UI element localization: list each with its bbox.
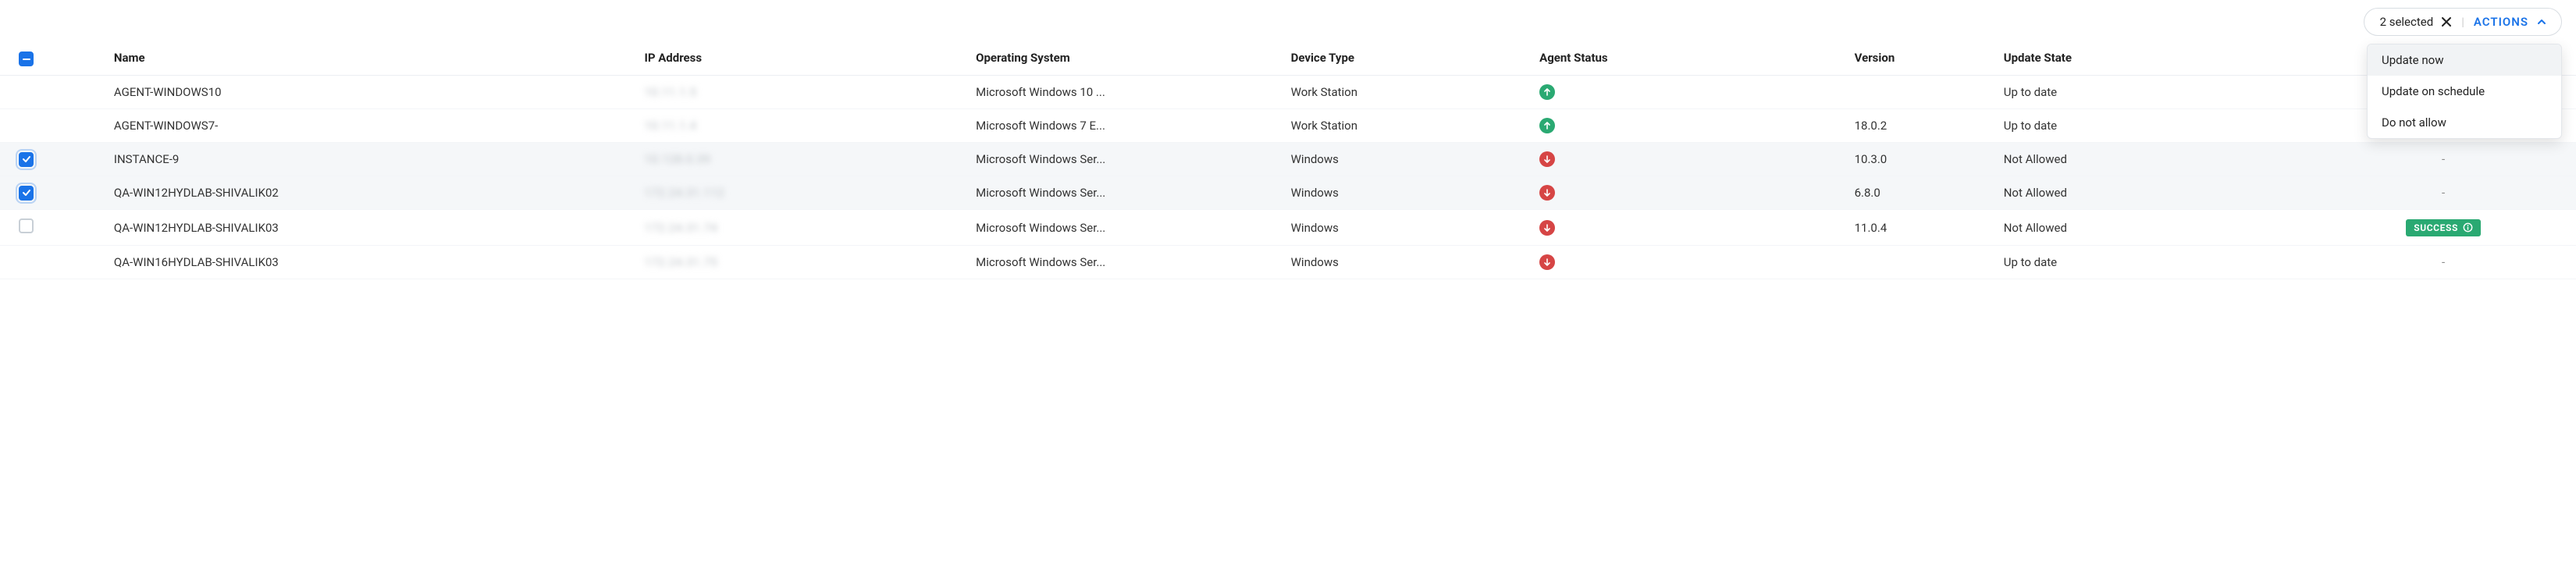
header-select-all[interactable] <box>0 41 106 76</box>
table-row[interactable]: INSTANCE-910.128.0.39Microsoft Windows S… <box>0 143 2576 176</box>
cell-device-type: Windows <box>1283 143 1532 176</box>
actions-menu-item[interactable]: Do not allow <box>2368 107 2561 138</box>
cell-agent-status <box>1532 76 1846 109</box>
cell-version: 10.3.0 <box>1847 143 1996 176</box>
cell-update-state: Up to date <box>1996 246 2311 279</box>
cell-os: Microsoft Windows Ser... <box>968 176 1283 210</box>
cell-agent-status <box>1532 143 1846 176</box>
cell-last-status: - <box>2311 143 2576 176</box>
row-checkbox-cell[interactable] <box>0 210 106 246</box>
chevron-up-icon <box>2536 16 2547 27</box>
row-checkbox[interactable] <box>19 218 34 233</box>
cell-name: AGENT-WINDOWS7- <box>106 109 637 143</box>
arrow-down-icon <box>1539 151 1555 167</box>
arrow-down-icon <box>1539 254 1555 270</box>
cell-device-type: Windows <box>1283 246 1532 279</box>
cell-last-status: SUCCESS <box>2311 210 2576 246</box>
arrow-down-icon <box>1539 185 1555 201</box>
actions-menu-item[interactable]: Update on schedule <box>2368 76 2561 107</box>
table-header-row: Name IP Address Operating System Device … <box>0 41 2576 76</box>
toolbar: 2 selected | ACTIONS Update nowUpdate on… <box>0 0 2576 41</box>
cell-ip: 172.24.31.74 <box>636 210 968 246</box>
status-badge: SUCCESS <box>2406 219 2481 236</box>
cell-ip: 10.128.0.39 <box>636 143 968 176</box>
cell-ip: 10.11.1.5 <box>636 76 968 109</box>
cell-name: QA-WIN16HYDLAB-SHIVALIK03 <box>106 246 637 279</box>
cell-update-state: Not Allowed <box>1996 143 2311 176</box>
cell-update-state: Up to date <box>1996 76 2311 109</box>
actions-menu-item-label: Update now <box>2382 53 2443 67</box>
select-all-checkbox[interactable] <box>19 51 34 66</box>
cell-version: 6.8.0 <box>1847 176 1996 210</box>
actions-dropdown: Update now Update on schedule Do not allow <box>2367 44 2562 139</box>
cell-name: QA-WIN12HYDLAB-SHIVALIK02 <box>106 176 637 210</box>
row-checkbox-cell[interactable] <box>0 76 106 109</box>
cell-version: 18.0.2 <box>1847 109 1996 143</box>
row-checkbox-cell[interactable] <box>0 246 106 279</box>
cell-version: 11.0.4 <box>1847 210 1996 246</box>
header-agent-status[interactable]: Agent Status <box>1532 41 1846 76</box>
cell-last-status: - <box>2311 176 2576 210</box>
close-icon[interactable] <box>2441 16 2452 27</box>
header-update-state[interactable]: Update State <box>1996 41 2311 76</box>
arrow-up-icon <box>1539 118 1555 133</box>
cell-update-state: Not Allowed <box>1996 176 2311 210</box>
row-checkbox-cell[interactable] <box>0 176 106 210</box>
cell-os: Microsoft Windows 10 ... <box>968 76 1283 109</box>
cell-agent-status <box>1532 210 1846 246</box>
devices-table: Name IP Address Operating System Device … <box>0 41 2576 279</box>
table-row[interactable]: AGENT-WINDOWS1010.11.1.5Microsoft Window… <box>0 76 2576 109</box>
actions-menu-item-label: Do not allow <box>2382 115 2446 130</box>
actions-pill[interactable]: 2 selected | ACTIONS <box>2364 8 2562 36</box>
info-icon <box>2463 222 2473 233</box>
cell-device-type: Work Station <box>1283 109 1532 143</box>
row-checkbox[interactable] <box>19 186 34 201</box>
header-ip[interactable]: IP Address <box>636 41 968 76</box>
actions-menu-item[interactable]: Update now <box>2368 44 2561 76</box>
divider: | <box>2460 15 2466 29</box>
row-checkbox-cell[interactable] <box>0 143 106 176</box>
cell-name: INSTANCE-9 <box>106 143 637 176</box>
row-checkbox[interactable] <box>19 152 34 167</box>
dash: - <box>2442 255 2445 269</box>
cell-device-type: Windows <box>1283 210 1532 246</box>
selected-count-label: 2 selected <box>2380 15 2434 29</box>
table-row[interactable]: QA-WIN12HYDLAB-SHIVALIK02172.24.31.112Mi… <box>0 176 2576 210</box>
cell-os: Microsoft Windows 7 E... <box>968 109 1283 143</box>
dash: - <box>2442 186 2445 200</box>
row-checkbox-cell[interactable] <box>0 109 106 143</box>
arrow-up-icon <box>1539 84 1555 100</box>
arrow-down-icon <box>1539 220 1555 236</box>
table-row[interactable]: QA-WIN12HYDLAB-SHIVALIK03172.24.31.74Mic… <box>0 210 2576 246</box>
cell-update-state: Not Allowed <box>1996 210 2311 246</box>
actions-menu-item-label: Update on schedule <box>2382 84 2485 98</box>
cell-ip: 10.11.1.4 <box>636 109 968 143</box>
cell-name: AGENT-WINDOWS10 <box>106 76 637 109</box>
cell-device-type: Windows <box>1283 176 1532 210</box>
cell-version <box>1847 76 1996 109</box>
cell-device-type: Work Station <box>1283 76 1532 109</box>
cell-os: Microsoft Windows Ser... <box>968 210 1283 246</box>
cell-version <box>1847 246 1996 279</box>
cell-agent-status <box>1532 176 1846 210</box>
table-row[interactable]: QA-WIN16HYDLAB-SHIVALIK03172.24.31.75Mic… <box>0 246 2576 279</box>
cell-os: Microsoft Windows Ser... <box>968 143 1283 176</box>
header-device-type[interactable]: Device Type <box>1283 41 1532 76</box>
cell-name: QA-WIN12HYDLAB-SHIVALIK03 <box>106 210 637 246</box>
header-version[interactable]: Version <box>1847 41 1996 76</box>
cell-agent-status <box>1532 109 1846 143</box>
cell-ip: 172.24.31.112 <box>636 176 968 210</box>
table-row[interactable]: AGENT-WINDOWS7-10.11.1.4Microsoft Window… <box>0 109 2576 143</box>
dash: - <box>2442 152 2445 166</box>
header-os[interactable]: Operating System <box>968 41 1283 76</box>
actions-button-label[interactable]: ACTIONS <box>2474 15 2528 29</box>
cell-ip: 172.24.31.75 <box>636 246 968 279</box>
header-name[interactable]: Name <box>106 41 637 76</box>
cell-os: Microsoft Windows Ser... <box>968 246 1283 279</box>
cell-last-status: - <box>2311 246 2576 279</box>
cell-update-state: Up to date <box>1996 109 2311 143</box>
cell-agent-status <box>1532 246 1846 279</box>
